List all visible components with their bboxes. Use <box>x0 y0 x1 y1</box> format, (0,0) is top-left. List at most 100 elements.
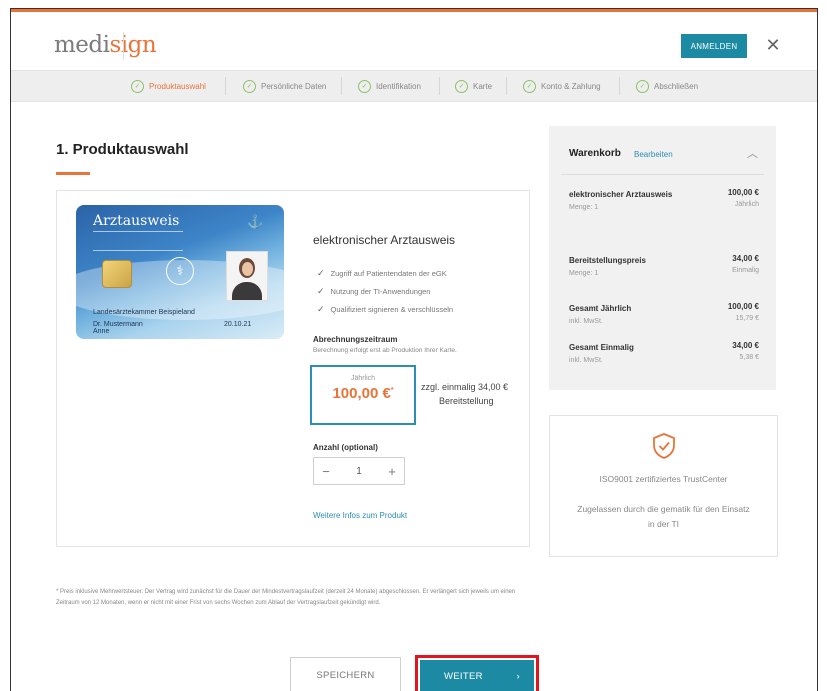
medisign-logo[interactable]: medisign <box>54 32 157 58</box>
header: medisign ANMELDEN ✕ <box>11 12 817 70</box>
setup-fee-note: zzgl. einmalig 34,00 € Bereitstellung <box>421 380 531 408</box>
step-label: Abschließen <box>654 81 699 91</box>
feature-item: ✓ Zugriff auf Patientendaten der eGK <box>317 264 453 282</box>
price-option-yearly[interactable]: Jährlich 100,00 €* <box>310 365 416 425</box>
cart-item: elektronischer Arztausweis Menge: 1 100,… <box>569 188 759 213</box>
step-divider <box>506 77 507 95</box>
trust-badge: ISO9001 zertifiziertes TrustCenter Zugel… <box>549 415 778 557</box>
card-title: Arztausweis <box>93 213 180 229</box>
chevron-right-icon: › <box>516 670 520 682</box>
feature-text: Qualifiziert signieren & verschlüsseln <box>330 304 454 314</box>
chevron-up-icon[interactable]: ︿ <box>747 145 758 161</box>
check-circle-icon: ✓ <box>243 79 256 93</box>
cart-total-tax: inkl. MwSt. <box>569 318 603 325</box>
gematik-approval: Zugelassen durch die gematik für den Ein… <box>577 504 750 529</box>
card-date: 20.10.21 <box>224 321 252 328</box>
arztausweis-card-image: Arztausweis ⚓ ⚕ Landesärztekammer Beispi… <box>76 205 284 339</box>
title-underline <box>56 172 90 175</box>
check-icon: ✓ <box>317 267 325 278</box>
price-period: Jährlich <box>350 375 376 382</box>
aesculapius-icon: ⚕ <box>166 257 194 285</box>
price-amount: 100,00 €* <box>312 385 414 402</box>
photo-body <box>232 282 262 300</box>
billing-period-label: Abrechnungszeitraum <box>313 335 398 344</box>
quantity-label: Anzahl (optional) <box>313 443 378 452</box>
card-holder-firstname: Anne <box>93 328 110 335</box>
step-persoenliche-daten[interactable]: ✓ Persönliche Daten <box>243 71 326 101</box>
check-icon: ✓ <box>317 285 325 296</box>
step-divider <box>225 77 226 95</box>
price-footnote-mark: * <box>390 387 394 394</box>
increment-button[interactable]: + <box>380 464 404 479</box>
step-abschliessen[interactable]: ✓ Abschließen <box>636 71 698 101</box>
step-divider <box>341 77 342 95</box>
step-karte[interactable]: ✓ Karte <box>455 71 492 101</box>
step-label: Produktauswahl <box>149 81 206 91</box>
cart-divider <box>561 174 764 175</box>
cart-panel: Warenkorb Bearbeiten ︿ elektronischer Ar… <box>549 126 776 390</box>
cart-total-price: 100,00 € <box>727 302 759 311</box>
feature-list: ✓ Zugriff auf Patientendaten der eGK ✓ Nut… <box>317 264 453 318</box>
product-card: Arztausweis ⚓ ⚕ Landesärztekammer Beispi… <box>56 190 530 547</box>
next-button-label: WEITER <box>444 670 483 682</box>
progress-stepper: ✓ Produktauswahl ✓ Persönliche Daten ✓ Iden… <box>11 70 817 102</box>
check-circle-icon: ✓ <box>131 79 144 93</box>
shield-svg <box>652 433 675 459</box>
cart-total-name: Gesamt Jährlich <box>569 304 632 313</box>
page-title: 1. Produktauswahl <box>56 141 189 158</box>
cart-item-qty: Menge: 1 <box>569 204 599 211</box>
cart-total-price: 34,00 € <box>732 341 759 350</box>
step-konto-zahlung[interactable]: ✓ Konto & Zahlung <box>523 71 601 101</box>
price-value: 100,00 € <box>332 385 391 402</box>
card-holder: Dr. Mustermann Anne <box>93 321 143 335</box>
product-name: elektronischer Arztausweis <box>313 233 456 247</box>
next-button[interactable]: WEITER › <box>420 660 534 691</box>
cart-total: Gesamt Jährlich inkl. MwSt. 100,00 € 15,… <box>569 302 759 327</box>
quantity-stepper: − 1 + <box>313 457 405 485</box>
iso-certification: ISO9001 zertifiziertes TrustCenter <box>599 474 728 484</box>
photo-face <box>241 262 253 276</box>
step-divider <box>439 77 440 95</box>
cart-total: Gesamt Einmalig inkl. MwSt. 34,00 € 5,38… <box>569 341 759 366</box>
caduceus-icon: ⚓ <box>247 214 264 229</box>
decrement-button[interactable]: − <box>314 464 338 479</box>
quantity-value[interactable]: 1 <box>338 466 380 477</box>
logo-accent: sign <box>109 32 157 58</box>
check-circle-icon: ✓ <box>523 79 536 93</box>
shield-check-icon <box>651 432 677 460</box>
login-button[interactable]: ANMELDEN <box>681 34 747 58</box>
card-fineprint <box>93 231 183 251</box>
cart-title: Warenkorb <box>569 148 621 159</box>
setup-fee-line1: zzgl. einmalig 34,00 € <box>421 382 509 392</box>
cart-item: Bereitstellungspreis Menge: 1 34,00 € Ei… <box>569 254 759 279</box>
feature-text: Nutzung der TI-Anwendungen <box>330 286 431 296</box>
cart-total-name: Gesamt Einmalig <box>569 343 634 352</box>
cart-item-name: elektronischer Arztausweis <box>569 190 673 199</box>
price-footnote: * Preis inklusive Mehrwertsteuer. Der Ve… <box>56 589 516 606</box>
close-icon[interactable]: ✕ <box>763 34 783 56</box>
cart-item-period: Einmalig <box>732 267 759 274</box>
step-label: Karte <box>473 81 493 91</box>
app-window: medisign ANMELDEN ✕ ✓ Produktauswahl ✓ Per… <box>10 8 818 691</box>
step-produktauswahl[interactable]: ✓ Produktauswahl <box>131 71 206 101</box>
save-button[interactable]: SPEICHERN <box>290 657 401 691</box>
check-circle-icon: ✓ <box>358 79 371 93</box>
check-icon: ✓ <box>317 303 325 314</box>
feature-item: ✓ Qualifiziert signieren & verschlüsseln <box>317 300 453 318</box>
step-identifikation[interactable]: ✓ Identifikation <box>358 71 421 101</box>
check-circle-icon: ✓ <box>455 79 468 93</box>
cart-item-name: Bereitstellungspreis <box>569 256 646 265</box>
card-photo <box>226 251 268 301</box>
logo-divider <box>123 32 124 60</box>
card-chamber: Landesärztekammer Beispieland <box>93 309 195 316</box>
cart-edit-link[interactable]: Bearbeiten <box>634 150 673 159</box>
billing-period-note: Berechnung erfolgt erst ab Produktion Ih… <box>313 347 457 354</box>
cart-total-vat: 15,79 € <box>735 315 759 322</box>
step-label: Identifikation <box>376 81 421 91</box>
cart-total-tax: inkl. MwSt. <box>569 357 603 364</box>
card-holder-name: Dr. Mustermann <box>93 321 143 328</box>
cart-item-price: 34,00 € <box>732 254 759 263</box>
logo-prefix: medi <box>54 32 110 58</box>
more-info-link[interactable]: Weitere Infos zum Produkt <box>313 511 407 520</box>
step-divider <box>619 77 620 95</box>
